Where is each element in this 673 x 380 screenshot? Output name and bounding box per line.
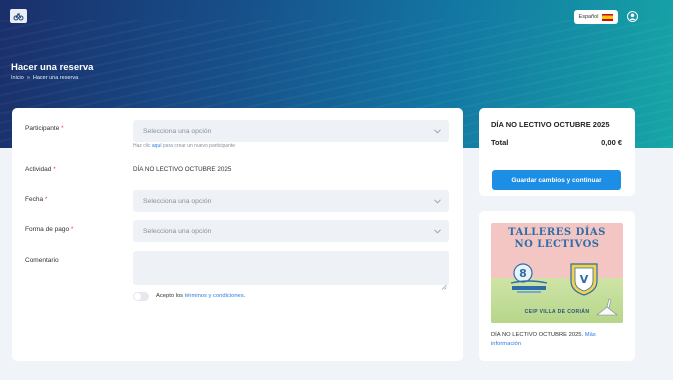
activity-description: DÍA NO LECTIVO OCTUBRE 2025. Más informa… bbox=[491, 331, 626, 349]
helper-text-before: Haz clic bbox=[133, 143, 151, 149]
comment-label: Comentario bbox=[25, 257, 59, 264]
bubble-logo-icon: 8 bbox=[509, 261, 549, 295]
date-label: Fecha * bbox=[25, 196, 47, 203]
activity-info-card: TALLERES DÍAS NO LECTIVOS 8 V CEIP VILLA… bbox=[479, 211, 635, 361]
activity-poster-image: TALLERES DÍAS NO LECTIVOS 8 V CEIP VILLA… bbox=[491, 223, 623, 323]
breadcrumb-current: Hacer una reserva bbox=[32, 75, 79, 81]
participant-helper: Haz clic aquí para crear un nuevo partic… bbox=[133, 143, 235, 149]
required-mark: * bbox=[70, 226, 74, 233]
payment-select[interactable]: Selecciona una opción bbox=[133, 220, 449, 242]
chevron-down-icon bbox=[433, 197, 441, 205]
participant-placeholder: Selecciona una opción bbox=[143, 127, 212, 135]
terms-prefix: Acepto los bbox=[156, 293, 184, 299]
terms-toggle[interactable] bbox=[133, 292, 149, 301]
school-crest-icon: V bbox=[567, 261, 601, 297]
terms-link[interactable]: términos y condiciones bbox=[185, 293, 244, 299]
language-label: Español bbox=[578, 14, 599, 20]
chevron-down-icon bbox=[433, 127, 441, 135]
spain-flag-icon bbox=[602, 13, 614, 21]
poster-title-line2: NO LECTIVOS bbox=[514, 239, 600, 250]
svg-text:V: V bbox=[580, 273, 589, 286]
payment-label-text: Forma de pago bbox=[25, 226, 70, 233]
language-selector[interactable]: Español bbox=[574, 10, 618, 24]
origami-swan-icon bbox=[595, 297, 619, 319]
page-title: Hacer una reserva bbox=[11, 62, 94, 73]
total-label: Total bbox=[491, 138, 509, 147]
activity-value: DÍA NO LECTIVO OCTUBRE 2025 bbox=[133, 166, 232, 173]
save-and-continue-button[interactable]: Guardar cambios y continuar bbox=[492, 170, 621, 190]
payment-placeholder: Selecciona una opción bbox=[143, 227, 212, 235]
comment-textarea[interactable] bbox=[133, 251, 449, 290]
poster-title-line1: TALLERES DÍAS bbox=[508, 227, 606, 238]
payment-label: Forma de pago * bbox=[25, 226, 73, 233]
logo-icon[interactable] bbox=[10, 9, 27, 23]
date-select[interactable]: Selecciona una opción bbox=[133, 190, 449, 212]
poster-school-name: CEIP VILLA DE CORIÁN bbox=[524, 309, 590, 315]
terms-text: Acepto los términos y condiciones. bbox=[156, 293, 245, 299]
participant-label-text: Participante bbox=[25, 125, 60, 132]
create-participant-link[interactable]: aquí bbox=[152, 143, 162, 149]
chevron-down-icon bbox=[433, 227, 441, 235]
activity-label: Actividad * bbox=[25, 166, 56, 173]
participant-select[interactable]: Selecciona una opción bbox=[133, 120, 449, 142]
summary-title: DÍA NO LECTIVO OCTUBRE 2025 bbox=[491, 120, 610, 129]
svg-text:8: 8 bbox=[519, 267, 527, 280]
breadcrumb: Inicio » Hacer una reserva bbox=[11, 75, 78, 81]
breadcrumb-home[interactable]: Inicio bbox=[11, 75, 24, 81]
booking-form: Participante * Selecciona una opción Haz… bbox=[12, 108, 463, 361]
participant-label: Participante * bbox=[25, 125, 64, 132]
user-icon[interactable] bbox=[626, 10, 638, 22]
activity-label-text: Actividad bbox=[25, 166, 52, 173]
resize-handle-icon[interactable] bbox=[441, 277, 447, 290]
summary-card: DÍA NO LECTIVO OCTUBRE 2025 Total 0,00 €… bbox=[479, 108, 635, 196]
date-placeholder: Selecciona una opción bbox=[143, 197, 212, 205]
date-label-text: Fecha bbox=[25, 196, 44, 203]
total-value: 0,00 € bbox=[601, 138, 622, 147]
required-mark: * bbox=[53, 166, 56, 173]
required-mark: * bbox=[44, 196, 48, 203]
helper-text-after: para crear un nuevo participante bbox=[163, 143, 236, 149]
required-mark: * bbox=[61, 125, 64, 132]
terms-suffix: . bbox=[243, 293, 246, 299]
breadcrumb-separator: » bbox=[26, 75, 30, 81]
activity-description-text: DÍA NO LECTIVO OCTUBRE 2025. bbox=[491, 332, 584, 338]
